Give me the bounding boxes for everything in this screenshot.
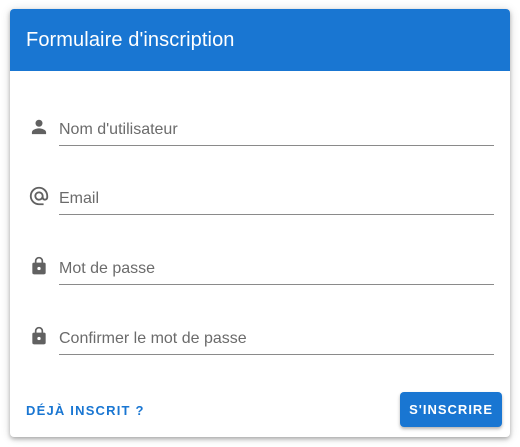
password-input[interactable] [59, 247, 494, 285]
card-header: Formulaire d'inscription [10, 9, 510, 71]
username-field [28, 108, 494, 148]
email-input[interactable] [59, 177, 494, 215]
already-registered-button[interactable]: DÉJÀ INSCRIT ? [26, 396, 145, 424]
username-input[interactable] [59, 108, 494, 146]
form-title: Formulaire d'inscription [26, 28, 235, 51]
registration-card: Formulaire d'inscription Nom d'utilisate… [10, 9, 510, 437]
lock-icon [28, 255, 50, 277]
password-field [28, 247, 494, 287]
confirm-password-field [28, 317, 494, 357]
email-field [28, 177, 494, 217]
person-icon [28, 116, 50, 138]
at-icon [28, 185, 50, 207]
confirm-password-input[interactable] [59, 317, 494, 355]
lock-icon [28, 325, 50, 347]
register-button[interactable]: S'INSCRIRE [400, 392, 502, 427]
